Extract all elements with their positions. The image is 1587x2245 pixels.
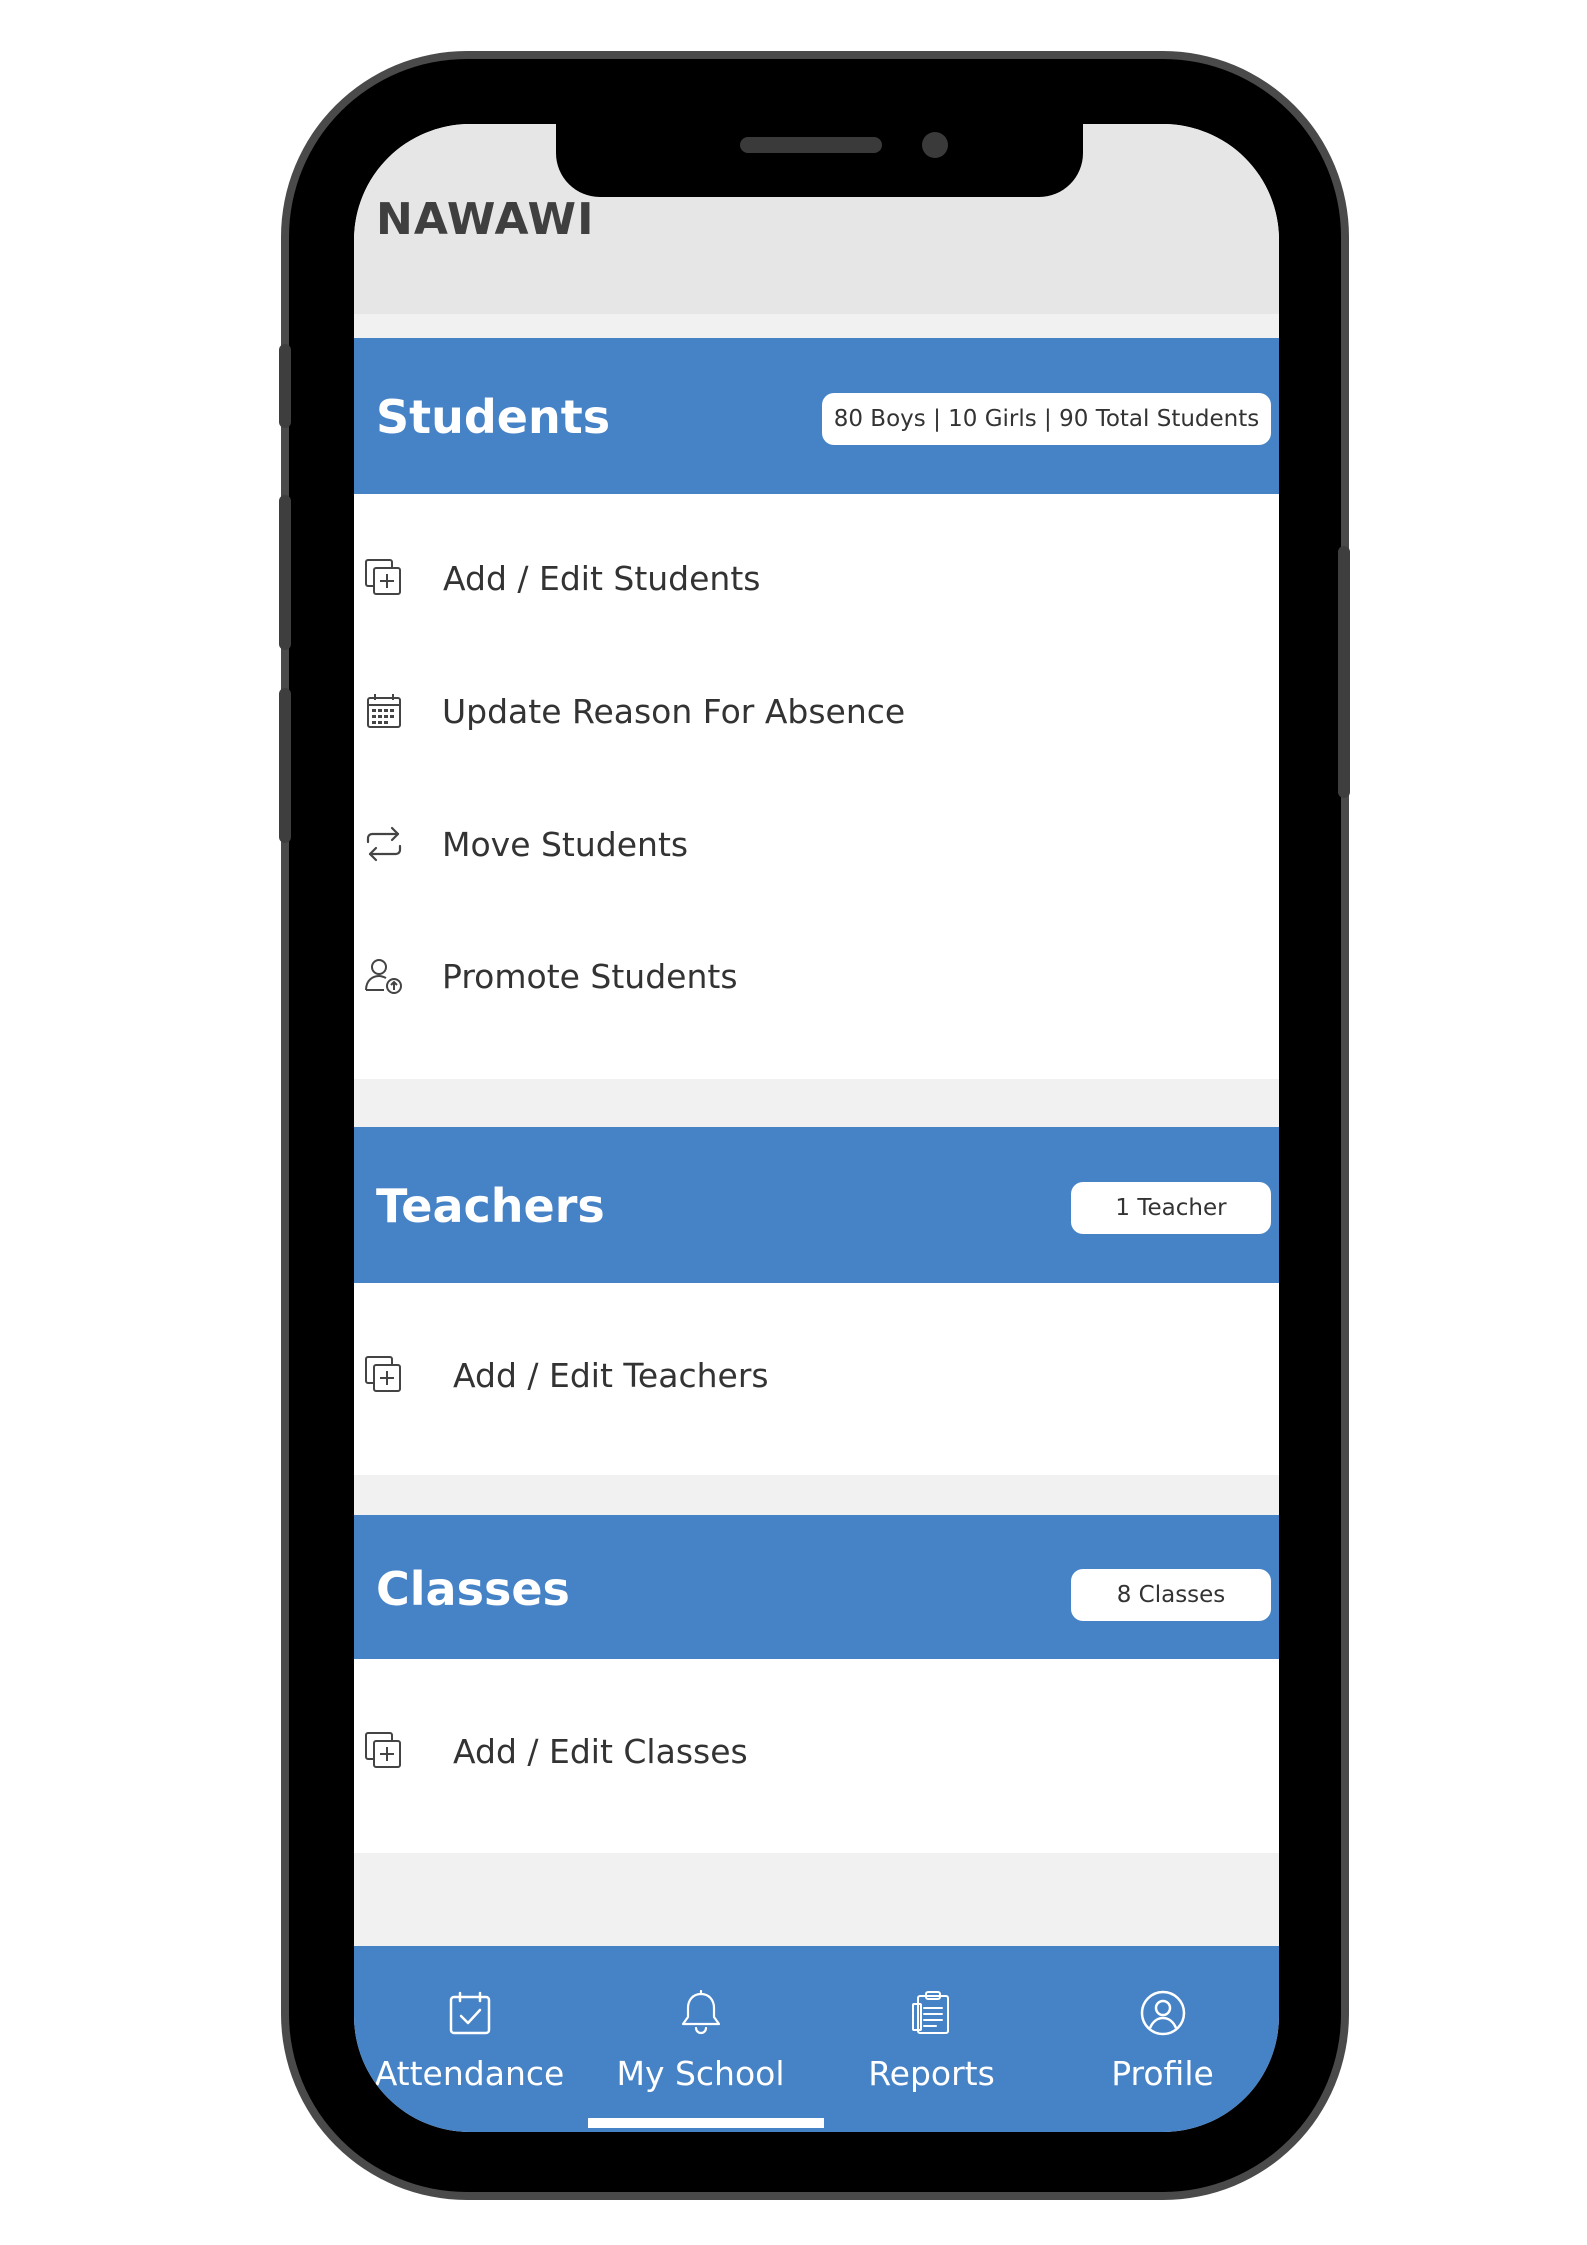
bell-icon bbox=[676, 1988, 726, 2038]
classes-title: Classes bbox=[376, 1562, 570, 1616]
promote-students-item[interactable]: Promote Students bbox=[354, 936, 1279, 1016]
move-students-item[interactable]: Move Students bbox=[354, 804, 1279, 884]
menu-label: Move Students bbox=[442, 824, 689, 864]
calendar-icon bbox=[362, 689, 406, 733]
menu-label: Add / Edit Students bbox=[443, 558, 761, 598]
nav-label: Profile bbox=[1111, 2054, 1214, 2093]
menu-label: Add / Edit Teachers bbox=[453, 1355, 769, 1395]
teachers-count-badge: 1 Teacher bbox=[1071, 1182, 1271, 1234]
section-gap bbox=[354, 1475, 1279, 1515]
students-card: Add / Edit Students Update Reason For Ab… bbox=[354, 494, 1279, 1079]
add-edit-students-item[interactable]: Add / Edit Students bbox=[354, 538, 1279, 618]
menu-label: Promote Students bbox=[442, 956, 738, 996]
phone-notch bbox=[556, 116, 1083, 197]
phone-volume-up bbox=[279, 495, 291, 650]
phone-power-button bbox=[1338, 546, 1350, 798]
nav-my-school[interactable]: My School bbox=[585, 1946, 816, 2132]
nav-attendance[interactable]: Attendance bbox=[354, 1946, 585, 2132]
section-gap bbox=[354, 1079, 1279, 1127]
user-upload-icon bbox=[362, 954, 406, 998]
bottom-nav: Attendance My School Reports Profile bbox=[354, 1946, 1279, 2132]
active-tab-indicator bbox=[588, 2118, 824, 2128]
nav-label: Attendance bbox=[374, 2054, 565, 2093]
teachers-card: Add / Edit Teachers bbox=[354, 1283, 1279, 1475]
add-copy-icon bbox=[362, 1729, 406, 1773]
classes-count-badge: 8 Classes bbox=[1071, 1569, 1271, 1621]
classes-section-header: Classes 8 Classes bbox=[354, 1515, 1279, 1659]
classes-card: Add / Edit Classes bbox=[354, 1659, 1279, 1853]
students-title: Students bbox=[376, 390, 611, 444]
front-camera bbox=[922, 132, 948, 158]
update-reason-for-absence-item[interactable]: Update Reason For Absence bbox=[354, 671, 1279, 751]
nav-profile[interactable]: Profile bbox=[1047, 1946, 1278, 2132]
swap-arrows-icon bbox=[362, 822, 406, 866]
nav-label: Reports bbox=[868, 2054, 995, 2093]
calendar-check-icon bbox=[445, 1988, 495, 2038]
teachers-title: Teachers bbox=[376, 1179, 605, 1233]
nav-label: My School bbox=[616, 2054, 785, 2093]
section-gap bbox=[354, 1853, 1279, 1946]
clipboard-icon bbox=[907, 1988, 957, 2038]
students-section-header: Students 80 Boys | 10 Girls | 90 Total S… bbox=[354, 338, 1279, 494]
teachers-section-header: Teachers 1 Teacher bbox=[354, 1127, 1279, 1283]
phone-mute-switch bbox=[279, 344, 291, 428]
menu-label: Add / Edit Classes bbox=[453, 1731, 748, 1771]
menu-label: Update Reason For Absence bbox=[442, 691, 906, 731]
add-edit-classes-item[interactable]: Add / Edit Classes bbox=[354, 1711, 1279, 1791]
add-copy-icon bbox=[362, 1353, 406, 1397]
user-circle-icon bbox=[1138, 1988, 1188, 2038]
section-gap bbox=[354, 314, 1279, 338]
phone-screen: NAWAWI Students 80 Boys | 10 Girls | 90 … bbox=[354, 124, 1279, 2132]
phone-volume-down bbox=[279, 688, 291, 843]
students-count-badge: 80 Boys | 10 Girls | 90 Total Students bbox=[822, 393, 1271, 445]
speaker-grille bbox=[740, 137, 882, 153]
add-edit-teachers-item[interactable]: Add / Edit Teachers bbox=[354, 1335, 1279, 1415]
nav-reports[interactable]: Reports bbox=[816, 1946, 1047, 2132]
add-copy-icon bbox=[362, 556, 406, 600]
school-name: NAWAWI bbox=[376, 194, 595, 245]
